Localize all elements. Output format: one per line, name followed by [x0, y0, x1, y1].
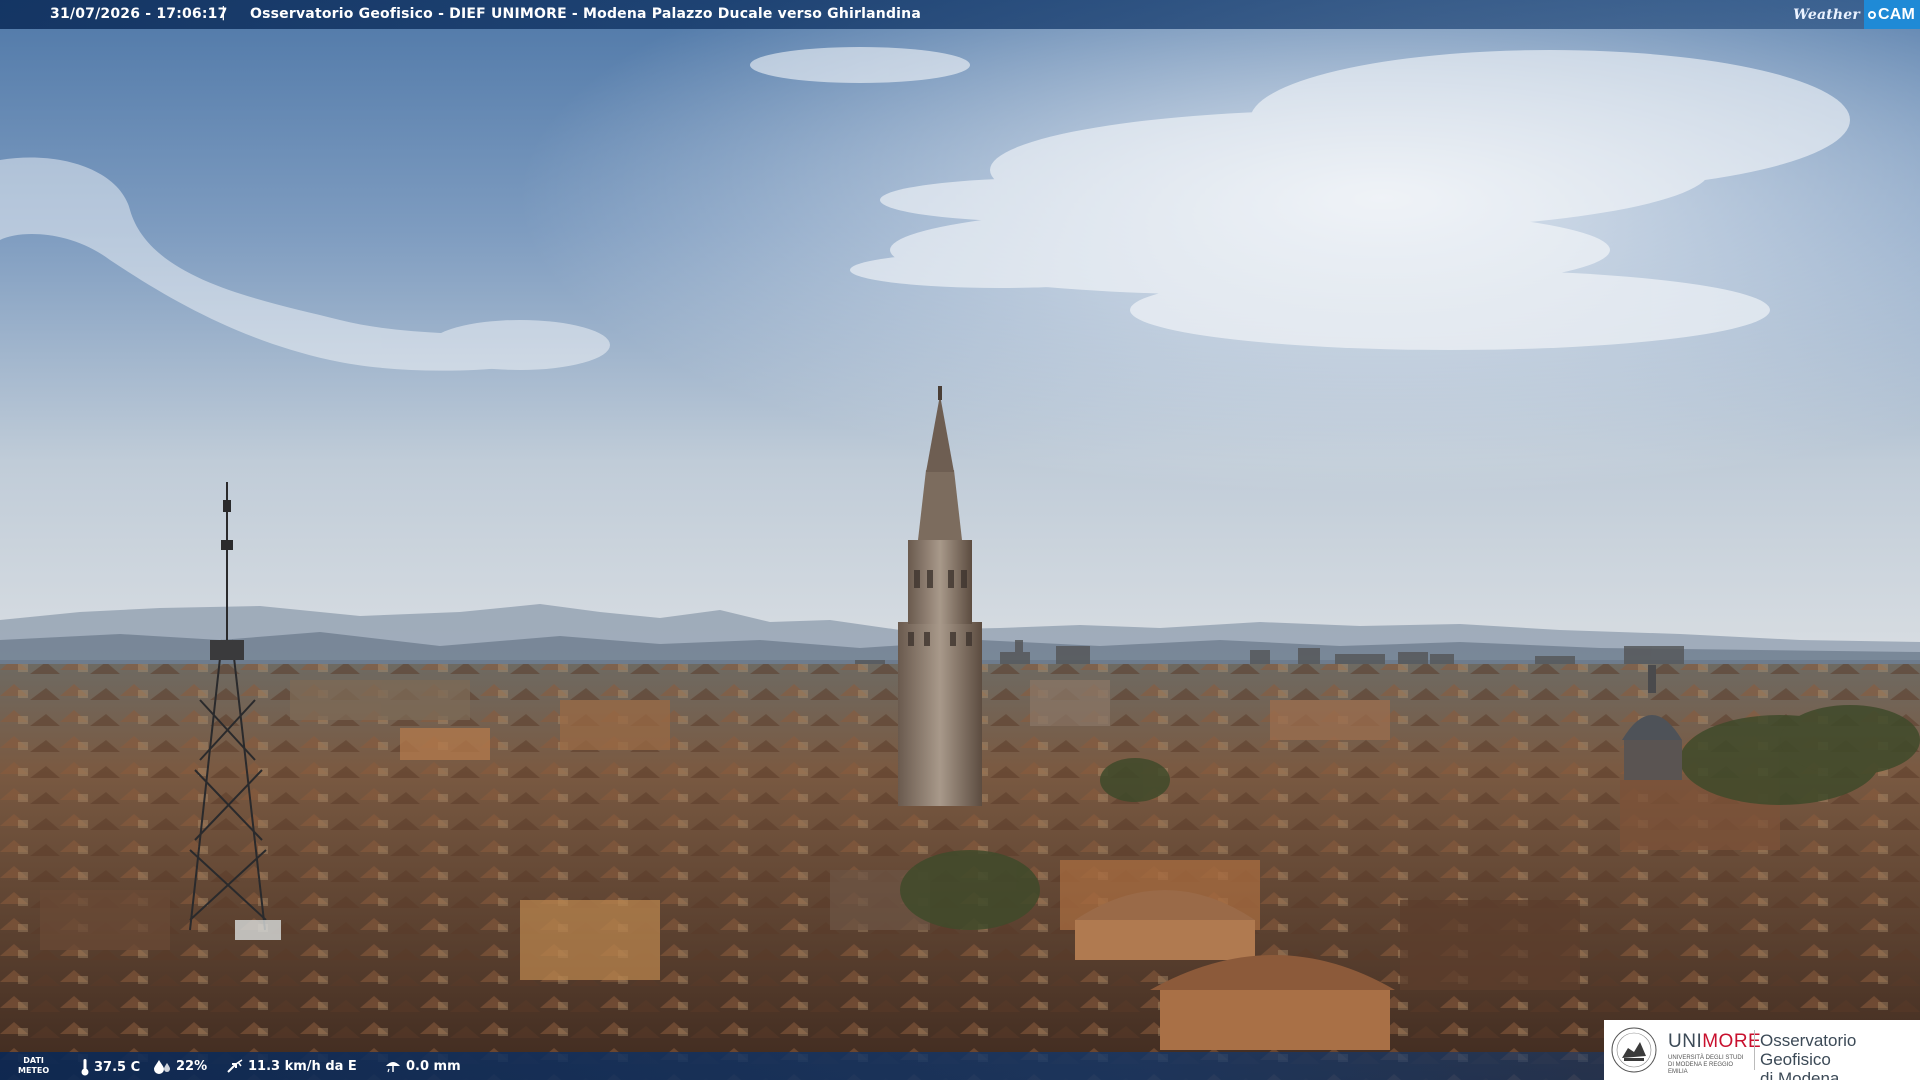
- unimore-wordmark-more: MORE: [1702, 1031, 1762, 1052]
- temperature-value: 37.5 C: [94, 1059, 141, 1075]
- unimore-subtitle: UNIVERSITÀ DEGLI STUDI DI MODENA E REGGI…: [1668, 1055, 1744, 1075]
- observatory-name: Osservatorio Geofisico di Modena: [1760, 1031, 1920, 1080]
- observatory-name-line2: di Modena: [1760, 1069, 1840, 1080]
- unimore-wordmark: UNIMORE: [1668, 1031, 1761, 1053]
- weathercam-logo: Weather CAM: [1785, 0, 1920, 29]
- webcam-image: [0, 0, 1920, 1080]
- weathercam-brand-cam-box: CAM: [1863, 0, 1920, 29]
- temperature-reading: 37.5 C: [80, 1058, 140, 1076]
- weathercam-brand-weather: Weather: [1793, 6, 1860, 23]
- caption-separator: |: [221, 5, 226, 21]
- weathercam-brand-cam: CAM: [1877, 6, 1915, 23]
- observatory-name-line1: Osservatorio Geofisico: [1760, 1031, 1857, 1069]
- rain-gauge-icon: [386, 1062, 400, 1073]
- humidity-value: 22%: [176, 1058, 208, 1074]
- wind-reading: 11.3 km/h da E: [226, 1058, 357, 1074]
- rain-reading: 0.0 mm: [384, 1058, 461, 1074]
- unimore-wordmark-uni: UNI: [1668, 1031, 1703, 1052]
- camera-title: Osservatorio Geofisico - DIEF UNIMORE - …: [250, 6, 921, 22]
- weather-data-label: DATI METEO: [18, 1056, 49, 1076]
- weather-label-line1: DATI: [23, 1056, 44, 1065]
- humidity-reading: 22%: [152, 1058, 207, 1074]
- rain-value: 0.0 mm: [406, 1058, 461, 1074]
- camera-lens-icon: [1867, 10, 1876, 19]
- weather-data-bar: DATI METEO 37.5 C 22% 11.3 km/h da E 0.0…: [0, 1052, 1605, 1080]
- unimore-observatory-logo: UNIMORE UNIVERSITÀ DEGLI STUDI DI MODENA…: [1604, 1020, 1920, 1080]
- thermometer-icon: [81, 1059, 89, 1076]
- university-seal-icon: [1611, 1027, 1657, 1073]
- wind-arrow-icon: [227, 1059, 243, 1073]
- caption-bar: 31/07/2026 - 17:06:17 | Osservatorio Geo…: [0, 0, 1920, 29]
- humidity-drops-icon: [154, 1060, 170, 1074]
- timestamp: 31/07/2026 - 17:06:17: [50, 6, 228, 22]
- logo-divider: [1754, 1030, 1755, 1070]
- weather-label-line2: METEO: [18, 1066, 50, 1075]
- wind-value: 11.3 km/h da E: [248, 1058, 357, 1074]
- webcam-frame: 31/07/2026 - 17:06:17 | Osservatorio Geo…: [0, 0, 1920, 1080]
